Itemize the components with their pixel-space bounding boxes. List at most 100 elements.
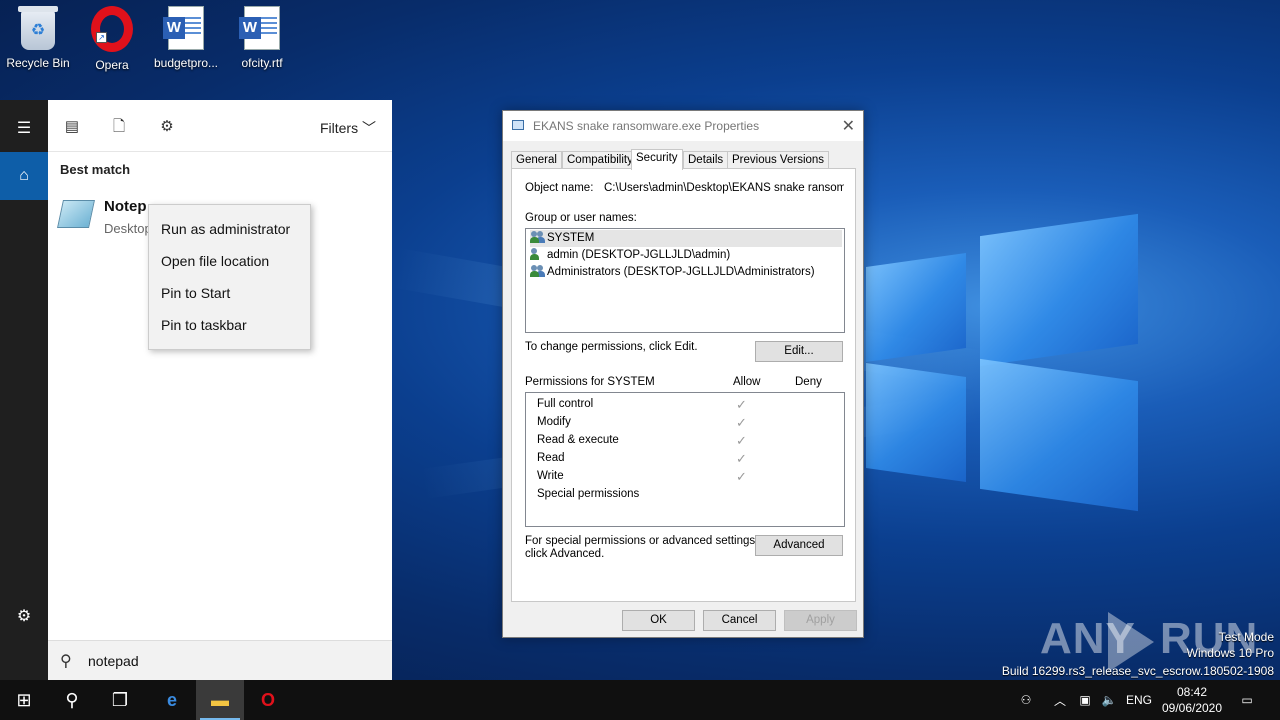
result-subtitle: Desktop [104,221,152,236]
search-value: notepad [88,653,139,669]
task-view-button[interactable]: ❐ [96,680,144,720]
volume-icon[interactable]: 🔈 [1098,680,1120,720]
language-indicator[interactable]: ENG [1124,680,1154,720]
menu-item-pin-to-start[interactable]: Pin to Start [149,277,310,309]
result-title: Notep [104,198,147,215]
advanced-button[interactable]: Advanced [755,535,843,556]
edge-icon: e [166,689,177,710]
shortcut-arrow-icon: ↗ [96,32,107,43]
apps-filter-icon[interactable]: ▤ [63,118,81,136]
dialog-titlebar[interactable]: EKANS snake ransomware.exe Properties ✕ [503,111,863,141]
desktop-icon-label: Recycle Bin [6,56,70,70]
file-explorer-button[interactable]: ▬ [196,680,244,720]
word-doc-icon: W [239,6,280,50]
list-item[interactable]: admin (DESKTOP-JGLLJLD\admin) [530,247,730,264]
desktop-icon-label: ofcity.rtf [241,56,283,70]
filters-dropdown[interactable]: Filters ﹀ [320,118,376,138]
user-icon [530,248,544,260]
word-doc-icon: W [163,6,204,50]
tab-previous-versions[interactable]: Previous Versions [727,151,830,169]
allow-check-icon: ✓ [736,451,747,466]
search-input[interactable]: ⚲ notepad [48,640,392,680]
windows-logo-pane [980,358,1138,512]
permissions-list: Full control ✓ Modify ✓ Read & execute ✓… [525,392,845,527]
permission-name: Special permissions [537,488,640,500]
apply-button[interactable]: Apply [784,610,857,631]
opera-taskbar-button[interactable]: O [244,680,292,720]
settings-filter-icon[interactable]: ⚙ [158,118,176,136]
special-permissions-text: For special permissions or advanced sett… [525,535,759,547]
permission-name: Full control [537,398,594,410]
allow-check-icon: ✓ [736,415,747,430]
desktop-icon-recycle-bin[interactable]: Recycle Bin [0,6,76,70]
search-button[interactable]: ⚲ [48,680,96,720]
cancel-button[interactable]: Cancel [703,610,776,631]
hamburger-menu-button[interactable]: ☰ [0,104,48,152]
file-icon [512,120,524,130]
menu-item-pin-to-taskbar[interactable]: Pin to taskbar [149,309,310,341]
context-menu: Run as administrator Open file location … [148,204,311,350]
ok-button[interactable]: OK [622,610,695,631]
desktop-icon-ofcity[interactable]: W ofcity.rtf [224,6,300,70]
tab-details[interactable]: Details [683,151,729,169]
allow-check-icon: ✓ [736,469,747,484]
group-names-label: Group or user names: [525,212,637,224]
desktop-icon-label: Opera [95,58,129,72]
start-toolbar: ▤ 🗋 ⚙ Filters ﹀ [48,100,392,152]
menu-item-run-as-admin[interactable]: Run as administrator [149,213,310,245]
permission-name: Modify [537,416,571,428]
search-icon: ⚲ [60,653,72,670]
windows-edition-text: Windows 10 Pro [1186,646,1274,660]
users-icon [530,265,544,277]
group-names-list[interactable]: SYSTEM admin (DESKTOP-JGLLJLD\admin) Adm… [525,228,845,333]
tab-compatibility[interactable]: Compatibility [562,151,638,169]
network-icon[interactable]: ▣ [1074,680,1096,720]
permissions-for-label: Permissions for SYSTEM [525,376,655,388]
permission-name: Read [537,452,565,464]
settings-button[interactable]: ⚙ [0,592,48,640]
build-text: Build 16299.rs3_release_svc_escrow.18050… [1001,664,1274,678]
chevron-up-icon[interactable]: ︿ [1048,680,1072,720]
allow-check-icon: ✓ [736,397,747,412]
tab-general[interactable]: General [511,151,562,169]
edit-button[interactable]: Edit... [755,341,843,362]
opera-icon: ↗ [91,6,133,52]
clock-time: 08:42 [1176,685,1208,699]
permission-name: Write [537,470,564,482]
desktop-icon-budgetpro[interactable]: W budgetpro... [148,6,224,70]
start-menu-rail: ☰ ⌂ ⚙ [0,100,48,680]
gear-icon: ⚙ [16,608,32,625]
close-icon[interactable]: ✕ [842,116,855,136]
special-permissions-text-2: click Advanced. [525,548,605,560]
permission-name: Read & execute [537,434,619,446]
security-tab-panel: Object name: C:\Users\admin\Desktop\EKAN… [511,168,856,602]
test-mode-text: Test Mode [1218,630,1274,644]
documents-filter-icon[interactable]: 🗋 [110,118,128,136]
home-icon: ⌂ [19,167,29,184]
search-icon: ⚲ [65,689,79,710]
task-view-icon: ❐ [111,689,129,710]
tab-security[interactable]: Security [631,149,683,170]
start-button[interactable]: ⊞ [0,680,48,720]
list-item[interactable]: Administrators (DESKTOP-JGLLJLD\Administ… [530,264,815,281]
opera-icon: O [260,689,275,710]
change-permissions-text: To change permissions, click Edit. [525,341,698,353]
edge-button[interactable]: e [148,680,196,720]
menu-item-open-file-location[interactable]: Open file location [149,245,310,277]
desktop-icon-opera[interactable]: ↗ Opera [74,6,150,72]
windows-logo-pane [866,362,966,483]
clock-date: 09/06/2020 [1161,701,1223,715]
list-item[interactable]: SYSTEM [530,230,842,247]
folder-icon: ▬ [211,689,229,710]
allow-column-header: Allow [733,376,761,388]
users-icon [530,231,544,243]
windows-logo-pane [980,213,1138,367]
notifications-icon[interactable]: ▭ [1236,680,1258,720]
home-button[interactable]: ⌂ [0,152,48,200]
clock[interactable]: 08:42 09/06/2020 [1156,684,1228,716]
object-name-label: Object name: [525,182,594,194]
people-icon[interactable]: ⚇ [1012,680,1040,720]
windows-logo-icon: ⊞ [16,689,32,710]
start-menu-panel: ▤ 🗋 ⚙ Filters ﹀ Best match Notep Desktop [48,100,392,640]
notepad-icon [57,200,95,228]
